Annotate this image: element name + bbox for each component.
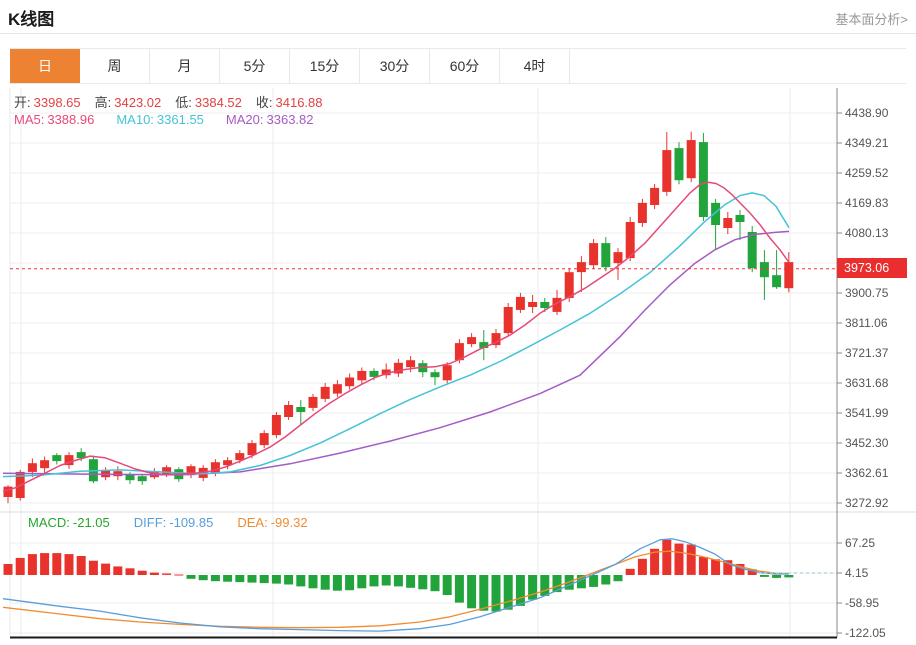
low-value: 3384.52 [195, 95, 242, 110]
macd-tick-label: 67.25 [845, 536, 875, 550]
ma20-label: MA20: [226, 112, 264, 127]
price-tick-label: 3272.92 [845, 496, 889, 510]
ma-info-row: MA5:3388.96 MA10:3361.55 MA20:3363.82 [14, 112, 336, 127]
ma20-value: 3363.82 [267, 112, 314, 127]
ma10-label: MA10: [116, 112, 154, 127]
period-tabbar: 日周月5分15分30分60分4时 [10, 48, 906, 84]
macd-tick-label: 4.15 [845, 566, 869, 580]
macd-value: -21.05 [73, 515, 110, 530]
price-tick-label: 4169.83 [845, 196, 889, 210]
current-price-badge: 3973.06 [837, 258, 907, 278]
y-axis: 4438.904349.214259.524169.834080.133990.… [837, 88, 889, 640]
title-divider [0, 33, 916, 34]
ohlc-info-row: 开:3398.65高:3423.02低:3384.52收:3416.88 [14, 92, 337, 111]
price-tick-label: 3811.06 [845, 316, 888, 330]
chart-area: 4438.904349.214259.524169.834080.133990.… [0, 86, 916, 645]
macd-tick-label: -122.05 [845, 626, 886, 640]
ma10-line [3, 193, 789, 477]
price-tick-label: 3900.75 [845, 286, 889, 300]
price-tick-label: 4259.52 [845, 166, 889, 180]
period-tab-0[interactable]: 日 [10, 49, 80, 83]
high-label: 高: [95, 95, 112, 110]
diff-label: DIFF: [134, 515, 167, 530]
page-title: K线图 [8, 5, 54, 30]
kline-page: K线图 基本面分析> 日周月5分15分30分60分4时 4438.90 4349.… [0, 0, 916, 645]
period-tab-6[interactable]: 60分 [430, 49, 500, 83]
ohlc-row-low: 低:3384.52 [175, 95, 256, 110]
price-tick-label: 3631.68 [845, 376, 889, 390]
price-tick-label: 3452.30 [845, 436, 889, 450]
period-tab-5[interactable]: 30分 [360, 49, 430, 83]
dea-label: DEA: [237, 515, 267, 530]
macd-label: MACD: [28, 515, 70, 530]
low-label: 低: [175, 95, 192, 110]
open-label: 开: [14, 95, 31, 110]
price-tick-label: 3541.99 [845, 406, 889, 420]
diff-value: -109.85 [169, 515, 213, 530]
fundamental-analysis-link[interactable]: 基本面分析> [835, 9, 908, 28]
ma-row-ma10: MA10:3361.55 [116, 112, 204, 127]
dea-value: -99.32 [271, 515, 308, 530]
macd-legend-diff: DIFF:-109.85 [134, 515, 214, 530]
period-tab-1[interactable]: 周 [80, 49, 150, 83]
period-tab-2[interactable]: 月 [150, 49, 220, 83]
ma-row-ma5: MA5:3388.96 [14, 112, 94, 127]
price-tick-label: 3721.37 [845, 346, 889, 360]
period-tab-4[interactable]: 15分 [290, 49, 360, 83]
ohlc-row-open: 开:3398.65 [14, 95, 95, 110]
price-tick-label: 3362.61 [845, 466, 889, 480]
price-tick-label: 4438.90 [845, 106, 889, 120]
price-tick-label: 4349.21 [845, 136, 889, 150]
ma-row-ma20: MA20:3363.82 [226, 112, 314, 127]
period-tab-7[interactable]: 4时 [500, 49, 570, 83]
ma5-label: MA5: [14, 112, 44, 127]
ma5-line [3, 182, 789, 491]
ohlc-row-high: 高:3423.02 [95, 95, 176, 110]
high-value: 3423.02 [114, 95, 161, 110]
macd-histogram [4, 540, 794, 612]
gridlines [0, 88, 916, 637]
ma5-value: 3388.96 [47, 112, 94, 127]
macd-legend-dea: DEA: -99.32 [237, 515, 307, 530]
close-label: 收: [256, 95, 273, 110]
open-value: 3398.65 [34, 95, 81, 110]
ohlc-row-close: 收:3416.88 [256, 95, 337, 110]
ma10-value: 3361.55 [157, 112, 204, 127]
candles-layer [4, 132, 794, 504]
period-tab-3[interactable]: 5分 [220, 49, 290, 83]
macd-legend-row: MACD:-21.05 DIFF:-109.85 DEA: -99.32 [28, 515, 332, 530]
macd-tick-label: -58.95 [845, 596, 879, 610]
price-tick-label: 4080.13 [845, 226, 889, 240]
kline-chart-canvas[interactable]: 4438.904349.214259.524169.834080.133990.… [0, 86, 916, 645]
macd-legend-macd: MACD:-21.05 [28, 515, 110, 530]
close-value: 3416.88 [276, 95, 323, 110]
